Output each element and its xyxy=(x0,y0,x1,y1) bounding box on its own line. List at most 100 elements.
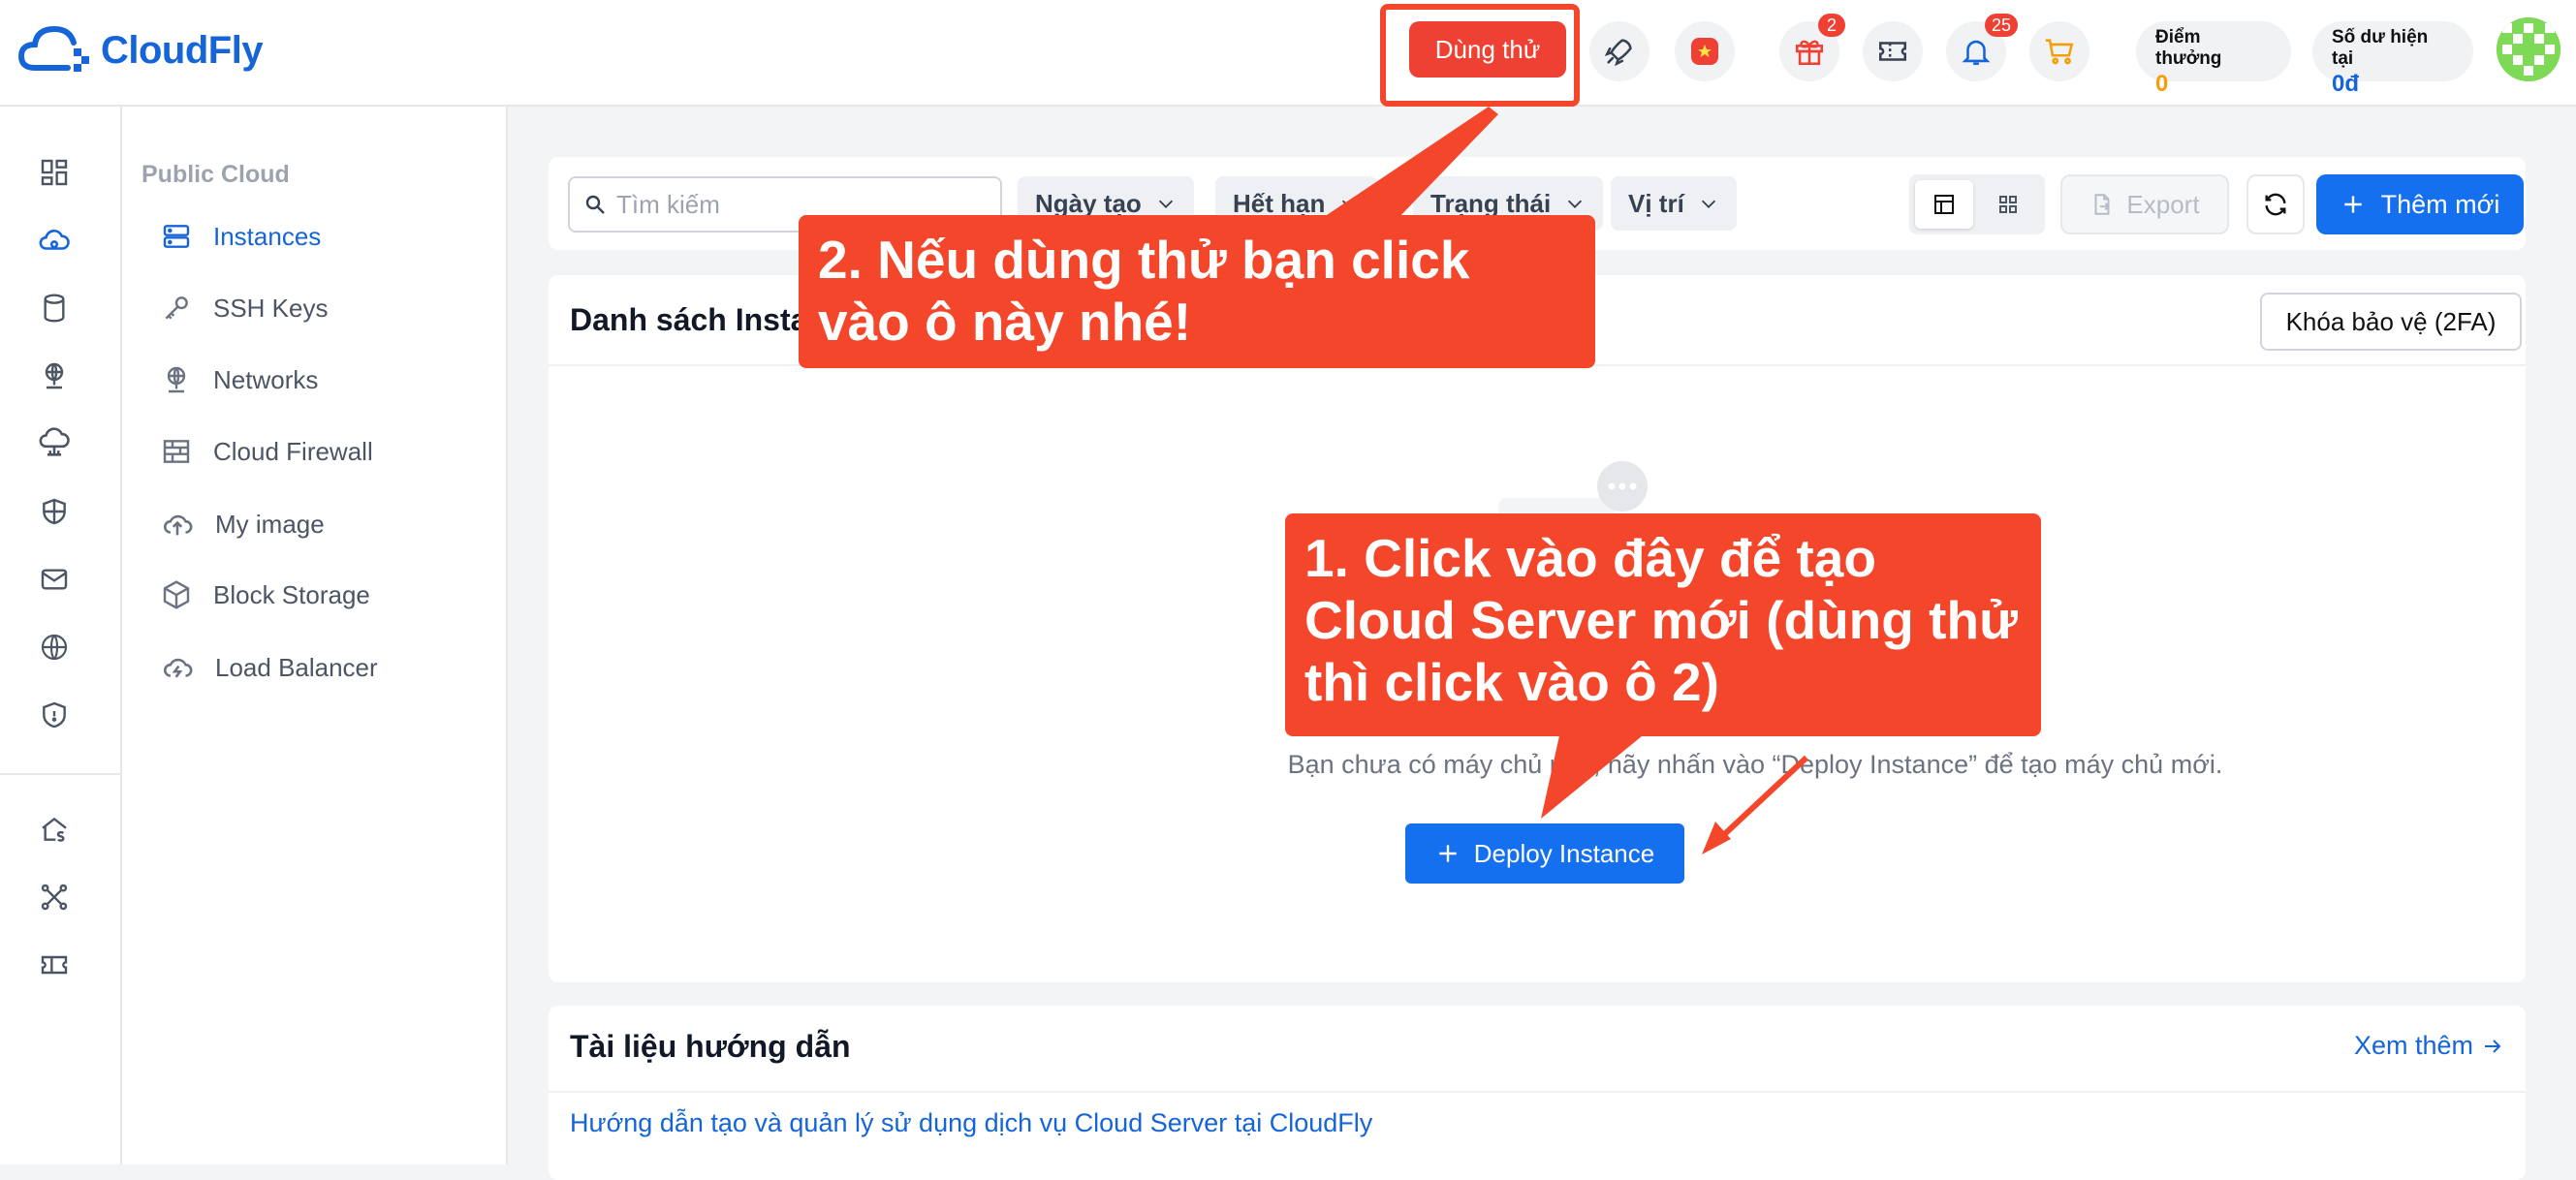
cart-button[interactable] xyxy=(2029,21,2089,81)
logo[interactable]: CloudFly xyxy=(17,21,264,79)
table-icon xyxy=(1934,195,1954,214)
balance-value: 0đ xyxy=(2332,71,2360,97)
sidebar-item-label: Networks xyxy=(213,364,319,394)
plus-icon xyxy=(1439,845,1457,862)
sidebar-item-label: Block Storage xyxy=(213,579,370,609)
docs-card-title: Tài liệu hướng dẫn xyxy=(570,1029,851,1064)
view-toggle xyxy=(1909,174,2045,234)
dashboard-icon[interactable] xyxy=(35,153,74,192)
avatar[interactable] xyxy=(2497,17,2560,81)
cloud-sync-icon xyxy=(164,658,193,678)
sidebar-item-label: Cloud Firewall xyxy=(213,436,373,466)
points-value: 0 xyxy=(2155,71,2169,97)
sidebar-item-my-image[interactable]: My image xyxy=(161,508,325,541)
export-label: Export xyxy=(2126,189,2200,219)
chevron-down-icon xyxy=(1158,200,1173,208)
sidebar-item-label: Load Balancer xyxy=(215,652,378,682)
ticket-rail-icon[interactable] xyxy=(35,946,74,984)
cloud-network-icon[interactable] xyxy=(35,424,74,463)
rocket-button[interactable] xyxy=(1589,21,1649,81)
gift-button[interactable]: 2 xyxy=(1779,14,1845,81)
docs-card: Tài liệu hướng dẫn Xem thêm Hướng dẫn tạ… xyxy=(549,1006,2526,1180)
filter-label: Hết hạn xyxy=(1233,188,1326,218)
gift-badge: 2 xyxy=(1818,14,1845,37)
chevron-down-icon xyxy=(1701,200,1715,208)
database-icon[interactable] xyxy=(35,289,74,327)
icon-rail xyxy=(0,107,122,1164)
filter-label: Ngày tạo xyxy=(1035,188,1142,218)
table-view-button[interactable] xyxy=(1915,180,1973,229)
balance-label: Số dư hiện tại xyxy=(2332,27,2429,69)
sidebar-item-networks[interactable]: Networks xyxy=(161,364,318,395)
grid-view-button[interactable] xyxy=(1979,180,2037,229)
cart-icon xyxy=(2045,39,2074,65)
vietnam-flag-icon xyxy=(1691,38,1718,65)
www-globe-icon[interactable] xyxy=(35,628,74,667)
cloudfly-logo-icon xyxy=(17,25,89,72)
filter-label: Trạng thái xyxy=(1430,188,1552,218)
add-new-label: Thêm mới xyxy=(2380,189,2500,219)
add-new-button[interactable]: Thêm mới xyxy=(2316,174,2524,234)
notification-button[interactable]: 25 xyxy=(1946,14,2019,81)
chevron-down-icon xyxy=(1342,200,1357,208)
see-more-label: Xem thêm xyxy=(2353,1031,2473,1060)
sidebar-section-title: Public Cloud xyxy=(141,161,290,188)
trial-button[interactable]: Dùng thử xyxy=(1409,21,1566,78)
sidebar-item-block-storage[interactable]: Block Storage xyxy=(161,579,370,610)
refresh-icon xyxy=(2265,193,2286,216)
nodes-icon[interactable] xyxy=(35,878,74,916)
rocket-icon xyxy=(1604,39,1632,67)
balance-pill[interactable]: Số dư hiện tại 0đ xyxy=(2312,21,2473,97)
sidebar-item-ssh-keys[interactable]: SSH Keys xyxy=(161,293,329,324)
sidebar: Public Cloud Instances SSH Keys Networks… xyxy=(122,107,508,1164)
sidebar-item-label: Instances xyxy=(213,221,322,251)
ticket-button[interactable] xyxy=(1863,21,1923,81)
sidebar-item-cloud-firewall[interactable]: Cloud Firewall xyxy=(161,436,373,467)
export-button[interactable]: Export xyxy=(2060,174,2229,234)
globe-network-icon[interactable] xyxy=(35,357,74,395)
arrow-right-icon xyxy=(2485,1039,2501,1053)
bell-icon xyxy=(1962,40,1991,66)
mail-icon[interactable] xyxy=(35,560,74,599)
plus-icon xyxy=(2343,196,2362,213)
doc-link[interactable]: Hướng dẫn tạo và quản lý sử dụng dịch vụ… xyxy=(570,1108,1372,1138)
sidebar-item-load-balancer[interactable]: Load Balancer xyxy=(161,651,378,684)
server-icon xyxy=(163,225,190,248)
avatar-pattern-icon xyxy=(2497,17,2560,81)
firewall-icon xyxy=(163,440,190,463)
sidebar-item-label: SSH Keys xyxy=(213,293,329,323)
empty-state-text: Bạn chưa có máy chủ nào, hãy nhấn vào “D… xyxy=(1287,750,2223,779)
search-icon xyxy=(585,195,605,214)
chevron-down-icon xyxy=(1568,200,1583,208)
network-icon xyxy=(167,366,186,393)
sidebar-item-instances[interactable]: Instances xyxy=(161,221,321,252)
key-icon xyxy=(165,296,188,320)
home-billing-icon[interactable] xyxy=(35,810,74,849)
export-file-icon xyxy=(2094,194,2111,215)
shield-lock-icon[interactable] xyxy=(35,696,74,734)
grid-icon xyxy=(1999,196,2017,213)
sidebar-item-label: My image xyxy=(215,509,325,539)
cube-icon xyxy=(163,580,190,609)
twofa-button[interactable]: Khóa bảo vệ (2FA) xyxy=(2260,293,2522,351)
logo-text: CloudFly xyxy=(101,28,264,72)
see-more-link[interactable]: Xem thêm xyxy=(2354,1031,2504,1061)
gift-icon xyxy=(1795,40,1824,66)
deploy-instance-button[interactable]: Deploy Instance xyxy=(1405,823,1684,884)
points-pill[interactable]: Điểm thưởng 0 xyxy=(2136,21,2291,97)
filter-label: Vị trí xyxy=(1628,188,1684,218)
callout-trial: 2. Nếu dùng thử bạn click vào ô này nhé! xyxy=(799,215,1595,368)
rail-divider xyxy=(0,773,122,775)
docs-card-header: Tài liệu hướng dẫn Xem thêm xyxy=(549,1006,2526,1093)
cloud-server-icon[interactable] xyxy=(35,221,74,260)
points-label: Điểm thưởng xyxy=(2155,27,2222,69)
flag-button[interactable] xyxy=(1675,21,1735,81)
callout-deploy: 1. Click vào đây để tạo Cloud Server mới… xyxy=(1285,513,2041,736)
refresh-button[interactable] xyxy=(2246,174,2305,234)
notification-badge: 25 xyxy=(1985,14,2019,37)
ticket-icon xyxy=(1878,42,1907,61)
deploy-instance-label: Deploy Instance xyxy=(1473,838,1655,868)
shield-icon[interactable] xyxy=(35,492,74,531)
filter-location[interactable]: Vị trí xyxy=(1611,176,1737,231)
cloud-upload-icon xyxy=(164,514,193,536)
